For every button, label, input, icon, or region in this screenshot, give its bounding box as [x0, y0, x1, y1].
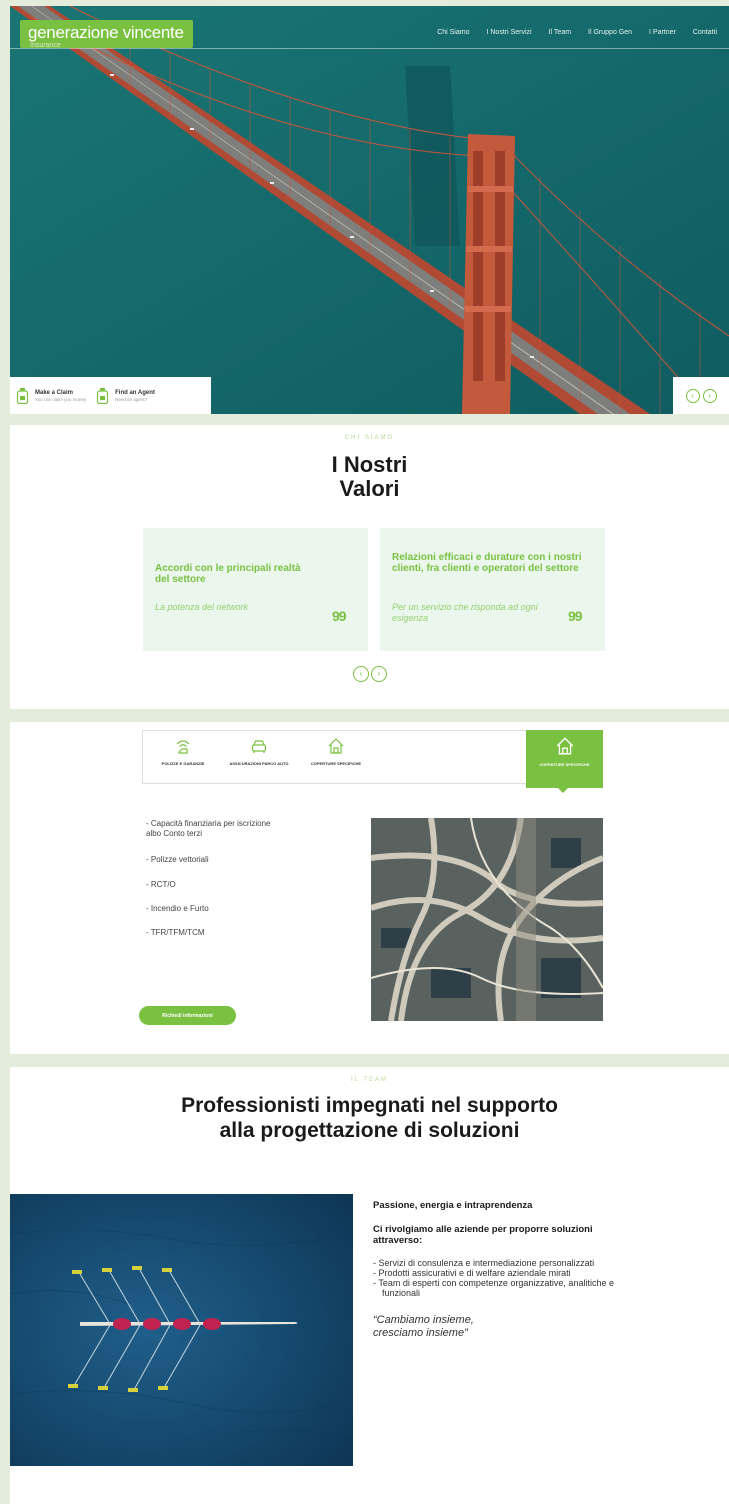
list-item: - Polizze vettoriali — [146, 855, 209, 864]
valore-card-subtitle: Per un servizio che risponda ad ogni esi… — [392, 602, 538, 623]
team-heading: Passione, energia e intraprendenza — [373, 1200, 533, 1211]
rowing-image — [10, 1194, 353, 1466]
service-tabs: POLIZZE E GARANZIE ASSICURAZIONI PARCO A… — [142, 730, 603, 788]
tab-label: COPERTURE SPECIFICHE — [310, 761, 362, 766]
request-info-button[interactable]: Richiedi informazioni — [139, 1006, 236, 1025]
valori-slider-controls: ‹ › — [353, 666, 387, 682]
tab-label: POLIZZE E GARANZIE — [161, 761, 205, 766]
valore-card-title: Relazioni efficaci e durature con i nost… — [392, 552, 582, 574]
tab-label: COPERTURE SPECIFICHE — [539, 762, 590, 767]
highway-image — [371, 818, 603, 1021]
section-title: I Nostri Valori — [10, 453, 729, 501]
tab-polizze[interactable]: POLIZZE E GARANZIE — [153, 731, 213, 783]
nav-item-servizi[interactable]: I Nostri Servizi — [486, 29, 531, 36]
tab-coperture[interactable]: COPERTURE SPECIFICHE — [306, 731, 366, 783]
nav-item-gruppo[interactable]: Il Gruppo Gen — [588, 29, 632, 36]
valore-card: Accordi con le principali realtà del set… — [143, 528, 368, 651]
valore-card-subtitle: La potenza del network — [155, 602, 249, 612]
section-title: Professionisti impegnati nel supporto al… — [10, 1093, 729, 1143]
tab-parco-auto[interactable]: ASSICURAZIONI PARCO AUTO — [229, 731, 289, 783]
tab-label: ASSICURAZIONI PARCO AUTO — [229, 761, 289, 766]
section-title-line2: alla progettazione di soluzioni — [219, 1119, 520, 1142]
team-quote: “Cambiamo insieme, cresciamo insieme” — [373, 1314, 623, 1340]
section-eyebrow: IL TEAM — [350, 1077, 388, 1083]
nav-item-team[interactable]: Il Team — [549, 29, 571, 36]
main-nav: Chi Siamo I Nostri Servizi Il Team Il Gr… — [437, 29, 717, 36]
hero-slider-controls: ‹ › — [673, 377, 729, 414]
quick-actions: Make a Claim You can claim you money Fin… — [10, 377, 211, 414]
make-claim-subtitle: You can claim you money — [35, 396, 87, 402]
nav-item-partner[interactable]: I Partner — [649, 29, 676, 36]
chevron-left-icon[interactable]: ‹ — [353, 666, 369, 682]
list-item: - Prodotti assicurativi e di welfare azi… — [373, 1268, 571, 1278]
chevron-left-icon[interactable]: ‹ — [685, 388, 700, 403]
list-item: - Capacità finanziaria per iscrizione al… — [146, 819, 271, 838]
find-agent-link[interactable]: Find an Agent Need an agent? — [96, 387, 155, 404]
list-item: - TFR/TFM/TCM — [146, 928, 205, 937]
team-services-list: - Servizi di consulenza e intermediazion… — [373, 1258, 623, 1298]
chevron-right-icon[interactable]: › — [702, 388, 717, 403]
hero-section: generazione vincente Insurance Chi Siamo… — [10, 6, 729, 414]
bottle-icon — [97, 387, 109, 404]
find-agent-subtitle: Need an agent? — [115, 396, 148, 402]
nav-item-contatti[interactable]: Contatti — [693, 29, 717, 36]
valori-section: CHI SIAMO I Nostri Valori Accordi con le… — [10, 425, 729, 709]
section-title-line2: Valori — [339, 476, 400, 501]
house-icon — [556, 737, 573, 755]
valore-card-title: Accordi con le principali realtà del set… — [155, 563, 301, 585]
wifi-hand-icon — [176, 740, 190, 754]
bottle-icon — [16, 387, 29, 404]
team-section: IL TEAM Professionisti impegnati nel sup… — [10, 1067, 729, 1504]
find-agent-title: Find an Agent — [115, 389, 155, 396]
active-tab-pointer — [558, 788, 568, 793]
team-subheading: Ci rivolgiamo alle aziende per proporre … — [373, 1224, 593, 1246]
list-item: - Servizi di consulenza e intermediazion… — [373, 1258, 595, 1268]
tab-coperture-active[interactable]: COPERTURE SPECIFICHE — [526, 730, 603, 788]
valore-card: Relazioni efficaci e durature con i nost… — [380, 528, 605, 651]
team-description: Passione, energia e intraprendenza Ci ri… — [373, 1200, 623, 1340]
quote-icon: 99 — [332, 608, 347, 624]
list-item: - RCT/O — [146, 880, 176, 889]
section-eyebrow: CHI SIAMO — [344, 435, 395, 441]
nav-item-chi-siamo[interactable]: Chi Siamo — [437, 29, 469, 36]
nav-divider — [10, 48, 729, 49]
section-title-line1: I Nostri — [331, 452, 408, 477]
house-icon — [328, 738, 344, 754]
servizi-section: POLIZZE E GARANZIE ASSICURAZIONI PARCO A… — [10, 722, 729, 1054]
quote-icon: 99 — [568, 608, 583, 624]
team-quote-line1: “Cambiamo insieme, — [373, 1314, 474, 1326]
chevron-right-icon[interactable]: › — [371, 666, 387, 682]
section-title-line1: Professionisti impegnati nel supporto — [181, 1094, 558, 1117]
make-claim-link[interactable]: Make a Claim You can claim you money — [16, 387, 87, 404]
hero-bridge-image — [10, 6, 729, 414]
list-item: - Team di esperti con competenze organiz… — [373, 1278, 614, 1298]
list-item: - Incendio e Furto — [146, 904, 209, 913]
team-quote-line2: cresciamo insieme” — [373, 1327, 468, 1339]
car-icon — [251, 740, 267, 753]
make-claim-title: Make a Claim — [35, 389, 74, 396]
